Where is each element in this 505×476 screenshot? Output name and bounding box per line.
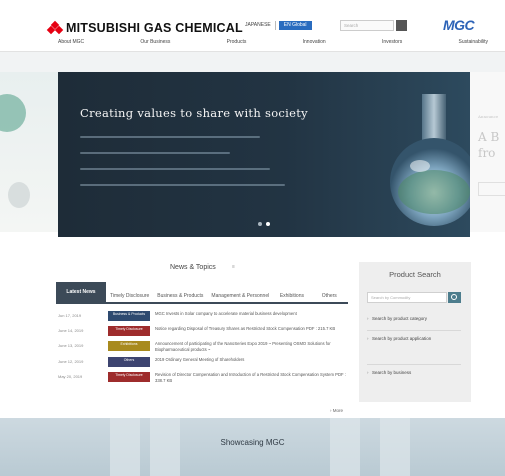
next-slide-title-line-2: fro bbox=[478, 146, 496, 160]
nav-about-mgc[interactable]: About MGC bbox=[58, 39, 84, 45]
search-by-business-link[interactable]: Search by business bbox=[367, 370, 461, 376]
divider bbox=[367, 364, 461, 365]
site-search-input[interactable]: Search bbox=[340, 20, 394, 31]
showcase-title: Showcasing MGC bbox=[220, 438, 285, 447]
nav-innovation[interactable]: Innovation bbox=[303, 39, 326, 45]
next-slide-title-line-1: A B bbox=[478, 130, 500, 144]
hero-slide[interactable]: Creating values to share with society bbox=[58, 72, 470, 237]
global-nav: About MGC Our Business Products Innovati… bbox=[58, 39, 488, 45]
site-header: MITSUBISHI GAS CHEMICAL JAPANESE EN Glob… bbox=[0, 0, 505, 52]
news-date: June 13, 2019 bbox=[58, 343, 84, 348]
news-item[interactable]: June 14, 2019 Timely Disclosure Notice r… bbox=[58, 326, 348, 336]
banner-decoration bbox=[330, 418, 360, 476]
news-category-badge: Exhibitions bbox=[108, 341, 150, 351]
glass-flask-image bbox=[390, 94, 470, 226]
news-item[interactable]: Jun 17, 2019 Business & Products MGC Inv… bbox=[58, 311, 348, 321]
news-item[interactable]: June 13, 2019 Exhibitions Announcement o… bbox=[58, 341, 348, 352]
news-category-badge: Timely Disclosure bbox=[108, 372, 150, 382]
company-logo[interactable]: MITSUBISHI GAS CHEMICAL bbox=[46, 20, 243, 35]
banner-decoration bbox=[110, 418, 140, 476]
rss-icon[interactable]: ≡ bbox=[232, 264, 242, 272]
nav-investors[interactable]: Investors bbox=[382, 39, 402, 45]
news-date: Jun 17, 2019 bbox=[58, 313, 82, 318]
hero-next-slide-peek[interactable]: Announce A B fro bbox=[470, 72, 505, 232]
news-date: June 12, 2019 bbox=[58, 359, 84, 364]
news-item[interactable]: May 20, 2019 Timely Disclosure Revision … bbox=[58, 372, 348, 383]
site-search-button[interactable] bbox=[396, 20, 407, 31]
mgc-brand-logo[interactable]: MGC bbox=[443, 17, 475, 33]
carousel-dot-active[interactable] bbox=[266, 222, 270, 226]
news-title-link[interactable]: Notice regarding Disposal of Treasury Sh… bbox=[155, 326, 348, 332]
prev-slide-decoration bbox=[8, 182, 30, 208]
prev-slide-image bbox=[0, 94, 26, 132]
news-date: June 14, 2019 bbox=[58, 328, 84, 333]
news-more-link[interactable]: › More bbox=[330, 408, 343, 413]
product-search-panel: Product Search Search by Commodity Searc… bbox=[359, 262, 471, 402]
language-switcher: JAPANESE EN Global bbox=[245, 21, 312, 30]
search-by-application-link[interactable]: Search by product application bbox=[367, 336, 461, 342]
news-item[interactable]: June 12, 2019 Others 2019 Ordinary Gener… bbox=[58, 357, 348, 367]
tab-timely-disclosure[interactable]: Timely Disclosure bbox=[106, 293, 153, 302]
nav-sustainability[interactable]: Sustainability bbox=[459, 39, 488, 45]
tab-latest-news[interactable]: Latest News bbox=[56, 282, 106, 302]
news-tabs: Latest News Timely Disclosure Business &… bbox=[56, 278, 348, 304]
news-category-badge: Others bbox=[108, 357, 150, 367]
showcase-banner[interactable]: Showcasing MGC bbox=[0, 418, 505, 476]
divider bbox=[367, 330, 461, 331]
lang-english-button[interactable]: EN Global bbox=[278, 21, 312, 30]
news-category-badge: Timely Disclosure bbox=[108, 326, 150, 336]
hero-body-line bbox=[80, 136, 260, 138]
product-search-button[interactable] bbox=[448, 292, 461, 303]
hero-prev-slide-peek[interactable] bbox=[0, 72, 58, 232]
news-title-link[interactable]: MGC Invests in Solar company to accelera… bbox=[155, 311, 348, 317]
nav-our-business[interactable]: Our Business bbox=[140, 39, 170, 45]
news-category-badge: Business & Products bbox=[108, 311, 150, 321]
lang-japanese-link[interactable]: JAPANESE bbox=[245, 21, 276, 30]
next-slide-label: Announce bbox=[478, 114, 499, 119]
product-search-title: Product Search bbox=[389, 270, 441, 279]
product-search-input[interactable]: Search by Commodity bbox=[367, 292, 447, 303]
tab-exhibitions[interactable]: Exhibitions bbox=[273, 293, 310, 302]
next-slide-button[interactable] bbox=[478, 182, 505, 196]
banner-decoration bbox=[150, 418, 180, 476]
news-title-link[interactable]: Announcement of participating of the Nan… bbox=[155, 341, 348, 352]
nav-products[interactable]: Products bbox=[227, 39, 247, 45]
hero-body-line bbox=[80, 184, 285, 186]
carousel-dot[interactable] bbox=[258, 222, 262, 226]
search-by-category-link[interactable]: Search by product category bbox=[367, 316, 461, 322]
hero-title: Creating values to share with society bbox=[80, 106, 308, 120]
news-date: May 20, 2019 bbox=[58, 374, 83, 379]
news-title-link[interactable]: 2019 Ordinary General Meeting of Shareho… bbox=[155, 357, 348, 363]
hero-body-line bbox=[80, 152, 230, 154]
news-title-link[interactable]: Revision of Director Compensation and In… bbox=[155, 372, 348, 383]
three-diamonds-icon bbox=[46, 20, 64, 35]
tab-business-products[interactable]: Business & Products bbox=[153, 293, 207, 302]
company-name: MITSUBISHI GAS CHEMICAL bbox=[66, 21, 243, 35]
tab-management-personnel[interactable]: Management & Personnel bbox=[207, 293, 273, 302]
news-heading: News & Topics bbox=[170, 264, 216, 271]
banner-decoration bbox=[380, 418, 410, 476]
news-list: Jun 17, 2019 Business & Products MGC Inv… bbox=[58, 311, 348, 388]
tab-others[interactable]: Others bbox=[311, 293, 348, 302]
hero-body-line bbox=[80, 168, 270, 170]
